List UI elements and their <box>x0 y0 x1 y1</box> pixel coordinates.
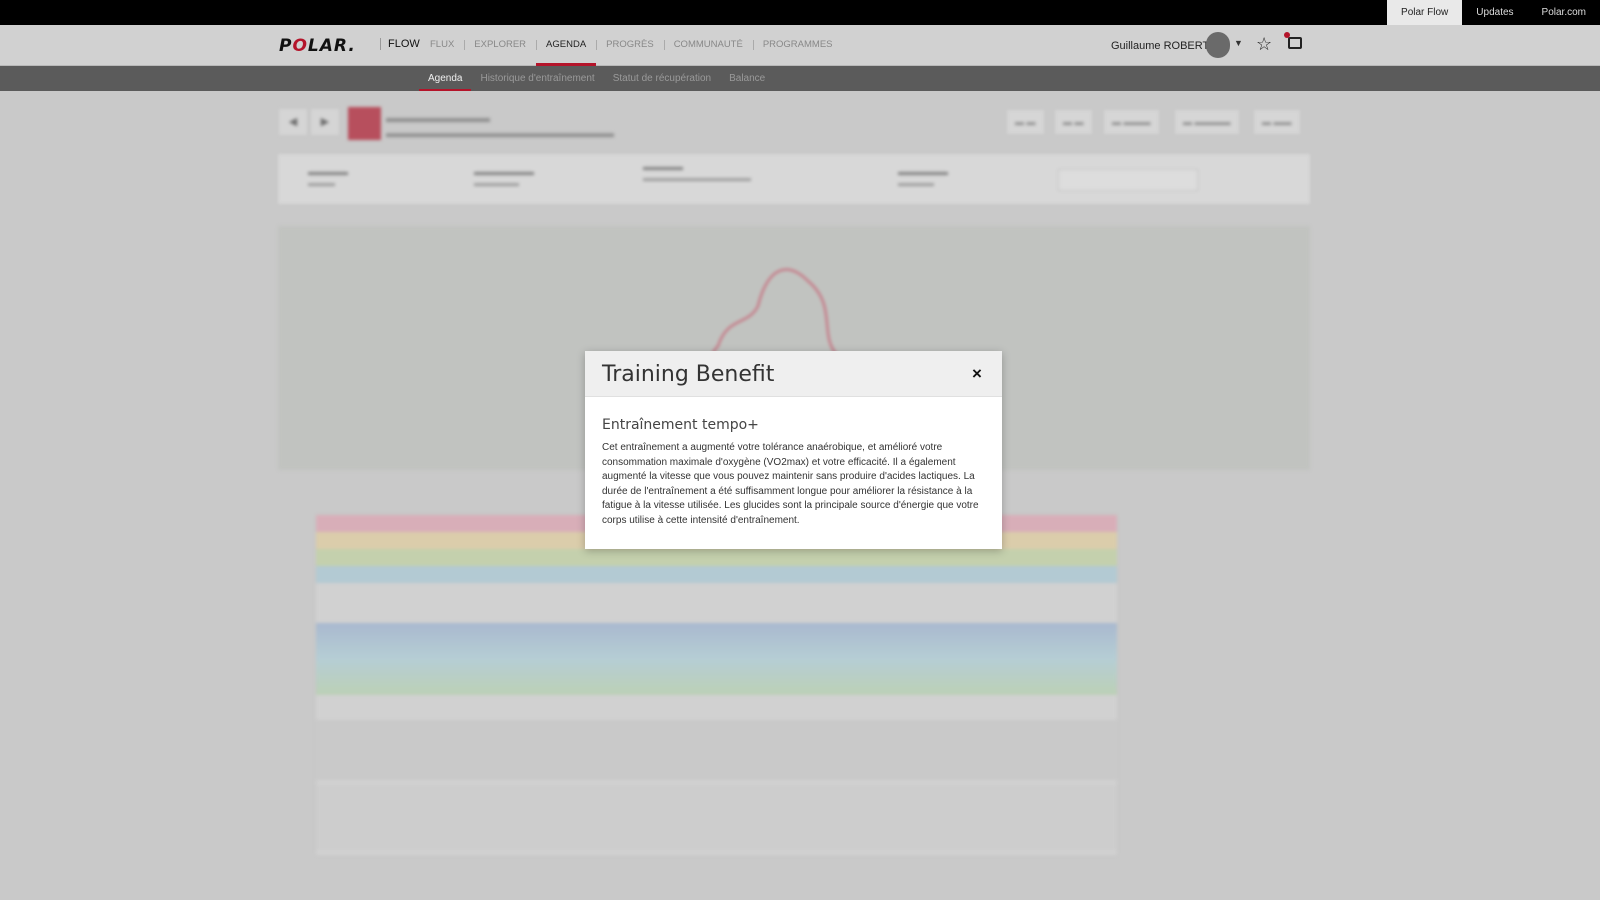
nav-item-progres[interactable]: PROGRÈS <box>596 25 664 66</box>
modal-subtitle: Entraînement tempo+ <box>602 417 759 433</box>
sub-nav: Agenda Historique d'entraînement Statut … <box>0 66 1600 91</box>
subnav-item-balance[interactable]: Balance <box>720 66 774 91</box>
nav-items: FLUX EXPLORER AGENDA PROGRÈS COMMUNAUTÉ … <box>420 25 843 66</box>
polar-logo[interactable]: POLAR. <box>279 36 356 56</box>
subnav-item-agenda[interactable]: Agenda <box>419 66 472 91</box>
chevron-down-icon[interactable]: ▼ <box>1234 38 1243 48</box>
user-name[interactable]: Guillaume ROBERT <box>1111 40 1209 52</box>
top-link-polar-com[interactable]: Polar.com <box>1528 0 1600 25</box>
top-bar: Polar Flow Updates Polar.com <box>0 0 1600 25</box>
subnav-item-statut[interactable]: Statut de récupération <box>604 66 720 91</box>
notification-icon[interactable] <box>1284 32 1302 49</box>
nav-item-explorer[interactable]: EXPLORER <box>464 25 536 66</box>
training-benefit-modal: Training Benefit × Entraînement tempo+ C… <box>585 351 1002 549</box>
top-link-polar-flow[interactable]: Polar Flow <box>1387 0 1463 25</box>
main-nav: POLAR. FLOW FLUX EXPLORER AGENDA PROGRÈS… <box>0 25 1600 66</box>
subnav-item-historique[interactable]: Historique d'entraînement <box>471 66 603 91</box>
flow-label: FLOW <box>380 38 420 50</box>
modal-header: Training Benefit × <box>585 351 1002 397</box>
sub-nav-items: Agenda Historique d'entraînement Statut … <box>419 66 774 91</box>
nav-item-communaute[interactable]: COMMUNAUTÉ <box>663 25 753 66</box>
nav-item-programmes[interactable]: PROGRAMMES <box>752 25 843 66</box>
notification-dot <box>1284 32 1290 38</box>
nav-item-flux[interactable]: FLUX <box>420 25 464 66</box>
modal-body-text: Cet entraînement a augmenté votre toléra… <box>602 442 979 526</box>
top-links: Polar Flow Updates Polar.com <box>1387 0 1600 25</box>
top-link-updates[interactable]: Updates <box>1462 0 1527 25</box>
avatar[interactable] <box>1206 32 1230 58</box>
nav-item-agenda[interactable]: AGENDA <box>536 25 597 66</box>
star-icon[interactable]: ☆ <box>1256 34 1272 55</box>
modal-title: Training Benefit <box>602 362 775 387</box>
close-icon[interactable]: × <box>968 365 986 383</box>
